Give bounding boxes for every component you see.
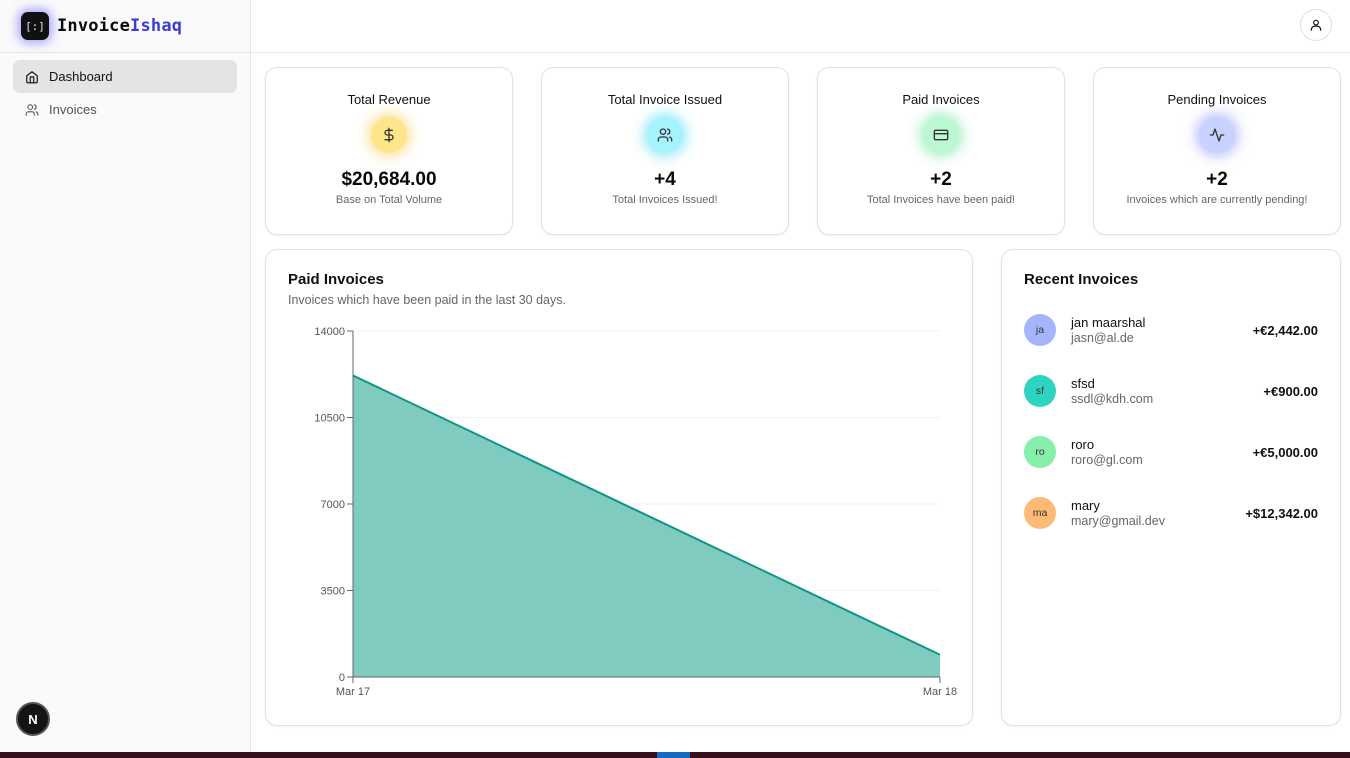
- customer-email: jasn@al.de: [1071, 331, 1134, 345]
- x-tick-label: Mar 17: [336, 686, 370, 698]
- customer-name: roro: [1071, 437, 1095, 452]
- editor-status-strip: [0, 752, 1350, 758]
- customer-email: ssdl@kdh.com: [1071, 392, 1154, 406]
- sidebar: [:] InvoiceIshaq Dashboard Invoices N: [0, 0, 251, 752]
- sidebar-item-label: Invoices: [49, 102, 97, 117]
- invoice-amount: +€900.00: [1263, 383, 1318, 399]
- user-icon: [1310, 19, 1322, 31]
- sidebar-item-invoices[interactable]: Invoices: [13, 93, 237, 126]
- user-menu-button[interactable]: [1300, 9, 1332, 41]
- customer-email: mary@gmail.dev: [1071, 514, 1165, 528]
- kpi-value: $20,684.00: [341, 169, 437, 190]
- invoice-customer: mary mary@gmail.dev: [1071, 498, 1245, 528]
- kpi-subtitle: Total Invoices have been paid!: [867, 194, 1015, 206]
- brand-name-main: Invoice: [57, 16, 131, 36]
- activity-icon: [1199, 117, 1235, 153]
- invoice-customer: sfsd ssdl@kdh.com: [1071, 376, 1263, 406]
- kpi-value: +2: [1206, 169, 1228, 190]
- sidebar-item-dashboard[interactable]: Dashboard: [13, 60, 237, 93]
- paid-invoices-area-chart: 0 3500 7000 10500 14000 Mar 17 Mar 18: [314, 326, 957, 698]
- y-tick-label: 10500: [314, 413, 345, 425]
- kpi-title: Total Invoice Issued: [607, 92, 723, 107]
- customer-name: mary: [1071, 498, 1100, 513]
- recent-invoice-row[interactable]: ma mary mary@gmail.dev +$12,342.00: [1024, 496, 1318, 530]
- recent-invoice-row[interactable]: ja jan maarshal jasn@al.de +€2,442.00: [1024, 313, 1318, 347]
- paid-invoices-chart-card: Paid Invoices Invoices which have been p…: [265, 249, 973, 726]
- recent-invoices-card: Recent Invoices ja jan maarshal jasn@al.…: [1001, 249, 1341, 726]
- avatar: ro: [1024, 436, 1056, 468]
- dev-tools-badge[interactable]: N: [16, 702, 50, 736]
- chart-area-fill: [353, 375, 940, 677]
- home-icon: [26, 70, 38, 83]
- kpi-card-total-revenue: Total Revenue $20,684.00 Base on Total V…: [265, 67, 513, 235]
- kpi-subtitle: Base on Total Volume: [335, 194, 443, 206]
- brand[interactable]: [:] InvoiceIshaq: [0, 0, 250, 53]
- status-strip-accent: [657, 752, 690, 758]
- recent-invoice-row[interactable]: ro roro roro@gl.com +€5,000.00: [1024, 435, 1318, 469]
- y-tick-label: 7000: [321, 499, 345, 511]
- kpi-card-paid-invoices: Paid Invoices +2 Total Invoices have bee…: [817, 67, 1065, 235]
- users-icon: [25, 103, 39, 116]
- dollar-icon: [371, 117, 407, 153]
- customer-name: jan maarshal: [1071, 315, 1146, 330]
- invoice-amount: +€5,000.00: [1252, 444, 1318, 460]
- brand-name: InvoiceIshaq: [57, 16, 182, 36]
- brand-logo: [:]: [21, 12, 49, 40]
- customer-email: roro@gl.com: [1071, 453, 1143, 467]
- x-tick-label: Mar 18: [923, 686, 957, 698]
- kpi-subtitle: Total Invoices Issued!: [612, 194, 718, 206]
- customer-name: sfsd: [1071, 376, 1095, 391]
- kpi-value: +2: [930, 169, 952, 190]
- top-bar: [251, 0, 1350, 53]
- brand-name-accent: Ishaq: [130, 16, 183, 36]
- y-tick-label: 3500: [321, 586, 345, 598]
- recent-invoice-row[interactable]: sf sfsd ssdl@kdh.com +€900.00: [1024, 374, 1318, 408]
- invoice-customer: roro roro@gl.com: [1071, 437, 1253, 467]
- avatar: sf: [1024, 375, 1056, 407]
- users-icon: [647, 117, 683, 153]
- sidebar-item-label: Dashboard: [49, 69, 113, 84]
- y-tick-label: 14000: [314, 326, 345, 338]
- y-tick-label: 0: [339, 672, 345, 684]
- kpi-card-pending-invoices: Pending Invoices +2 Invoices which are c…: [1093, 67, 1341, 235]
- kpi-title: Paid Invoices: [902, 92, 980, 107]
- sidebar-nav: Dashboard Invoices: [0, 53, 250, 133]
- credit-card-icon: [923, 117, 959, 153]
- avatar: ja: [1024, 314, 1056, 346]
- recent-invoices-title: Recent Invoices: [1024, 271, 1139, 288]
- kpi-title: Pending Invoices: [1167, 92, 1267, 107]
- invoice-amount: +$12,342.00: [1245, 505, 1318, 521]
- invoice-amount: +€2,442.00: [1252, 322, 1318, 338]
- kpi-title: Total Revenue: [347, 92, 431, 107]
- avatar: ma: [1024, 497, 1056, 529]
- kpi-subtitle: Invoices which are currently pending!: [1126, 194, 1308, 206]
- kpi-value: +4: [654, 169, 676, 190]
- invoice-customer: jan maarshal jasn@al.de: [1071, 315, 1253, 345]
- kpi-card-total-invoice-issued: Total Invoice Issued +4 Total Invoices I…: [541, 67, 789, 235]
